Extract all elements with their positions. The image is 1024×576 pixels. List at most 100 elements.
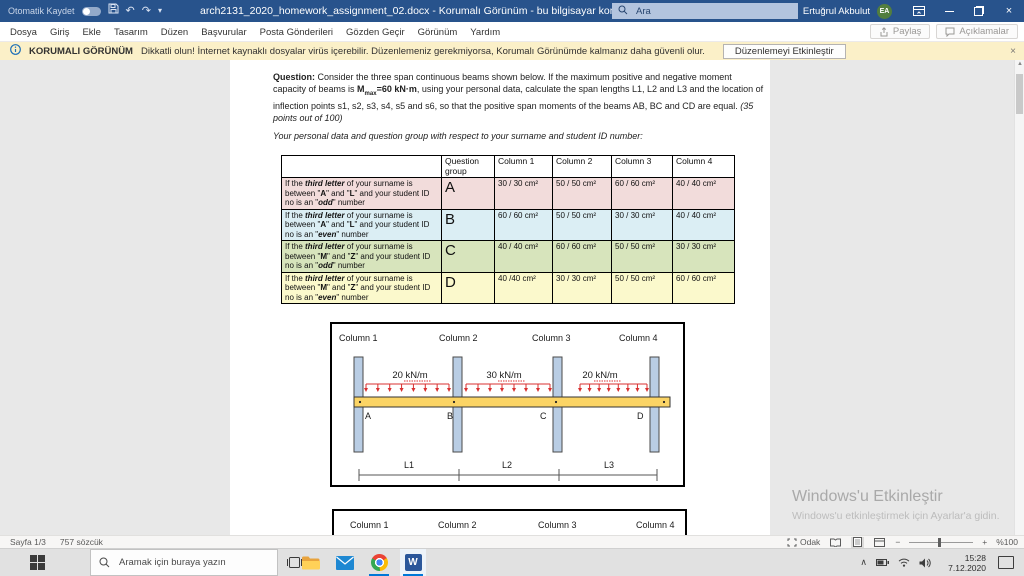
column-label: Column 1 bbox=[339, 333, 378, 343]
chrome-button[interactable] bbox=[366, 549, 392, 576]
read-mode-button[interactable] bbox=[829, 537, 842, 548]
info-icon bbox=[10, 44, 21, 58]
ribbon-display-options-button[interactable] bbox=[904, 0, 934, 22]
header-column-1: Column 1 bbox=[494, 155, 553, 178]
value-cell: 60 / 60 cm² bbox=[672, 271, 735, 304]
zoom-slider[interactable] bbox=[909, 537, 974, 548]
node-label: C bbox=[540, 411, 547, 421]
value-cell: 60 / 60 cm² bbox=[611, 177, 673, 210]
share-button[interactable]: Paylaş bbox=[869, 24, 931, 39]
taskbar-search[interactable] bbox=[90, 549, 278, 576]
focus-mode-button[interactable]: Odak bbox=[787, 537, 820, 547]
load-label: 20 kN/m bbox=[392, 370, 427, 381]
header-blank bbox=[281, 155, 442, 178]
zoom-out-button[interactable]: − bbox=[895, 537, 900, 547]
tab-ekle[interactable]: Ekle bbox=[82, 27, 100, 38]
titlebar-search[interactable] bbox=[612, 3, 798, 19]
file-explorer-button[interactable] bbox=[298, 549, 324, 576]
table-header-row: Question group Column 1 Column 2 Column … bbox=[281, 155, 735, 178]
avatar[interactable]: EA bbox=[877, 3, 892, 19]
header-column-2: Column 2 bbox=[552, 155, 612, 178]
word-button[interactable]: W bbox=[400, 549, 426, 576]
banner-close-icon[interactable]: × bbox=[1010, 46, 1016, 57]
value-cell: 50 / 50 cm² bbox=[611, 240, 673, 273]
print-layout-button[interactable] bbox=[851, 536, 865, 548]
node-label: D bbox=[637, 411, 644, 421]
tab-gorunum[interactable]: Görünüm bbox=[418, 27, 458, 38]
user-name[interactable]: Ertuğrul Akbulut bbox=[803, 6, 870, 17]
tray-chevron-icon[interactable]: ∧ bbox=[860, 557, 867, 568]
tab-duzen[interactable]: Düzen bbox=[161, 27, 188, 38]
search-input[interactable] bbox=[634, 4, 768, 18]
span-label: L3 bbox=[604, 460, 614, 470]
wifi-icon[interactable] bbox=[898, 558, 910, 567]
table-row: If the third letter of your surname is b… bbox=[281, 240, 735, 273]
value-cell: 50 / 50 cm² bbox=[611, 271, 673, 304]
value-cell: 30 / 30 cm² bbox=[672, 240, 735, 273]
comments-button[interactable]: Açıklamalar bbox=[936, 24, 1018, 39]
beam-diagram-figure: Column 1 Column 2 Column 3 Column 4 20 k… bbox=[330, 322, 685, 487]
value-cell: 30 / 30 cm² bbox=[552, 271, 612, 304]
battery-icon[interactable] bbox=[876, 559, 889, 566]
chrome-icon bbox=[370, 554, 388, 571]
tab-basvurular[interactable]: Başvurular bbox=[201, 27, 246, 38]
scroll-up-icon[interactable]: ▲ bbox=[1015, 61, 1024, 67]
redo-icon[interactable]: ↷ bbox=[142, 0, 151, 22]
zoom-level[interactable]: %100 bbox=[996, 537, 1018, 547]
taskbar-search-input[interactable] bbox=[117, 556, 261, 569]
tab-tasarim[interactable]: Tasarım bbox=[114, 27, 148, 38]
zoom-in-button[interactable]: + bbox=[982, 537, 987, 547]
scrollbar-thumb[interactable] bbox=[1016, 74, 1023, 114]
vertical-scrollbar[interactable]: ▲ bbox=[1014, 60, 1024, 535]
speaker-icon[interactable] bbox=[919, 558, 931, 568]
banner-label: KORUMALI GÖRÜNÜM bbox=[29, 45, 133, 57]
group-cell: A bbox=[441, 177, 495, 210]
web-layout-button[interactable] bbox=[873, 537, 886, 548]
activate-windows-watermark: Windows'u Etkinleştir bbox=[792, 488, 943, 505]
tray-date: 7.12.2020 bbox=[948, 562, 986, 573]
close-button[interactable]: × bbox=[994, 0, 1024, 22]
search-icon bbox=[99, 557, 110, 568]
condition-cell: If the third letter of your surname is b… bbox=[281, 208, 442, 241]
node-label: A bbox=[365, 411, 371, 421]
clock[interactable]: 15:28 7.12.2020 bbox=[940, 553, 986, 573]
value-cell: 40 / 40 cm² bbox=[494, 240, 553, 273]
word-icon: W bbox=[404, 554, 422, 571]
word-window: Otomatik Kaydet ↶ ↷ ▾ arch2131_2020_home… bbox=[0, 0, 1024, 576]
save-icon[interactable] bbox=[108, 0, 119, 22]
value-cell: 50 / 50 cm² bbox=[552, 177, 612, 210]
taskbar: W ∧ 15:28 7.12.2020 bbox=[0, 548, 1024, 576]
focus-icon bbox=[787, 538, 797, 546]
tab-yardim[interactable]: Yardım bbox=[470, 27, 500, 38]
enable-editing-button[interactable]: Düzenlemeyi Etkinleştir bbox=[722, 43, 846, 59]
value-cell: 50 / 50 cm² bbox=[552, 208, 612, 241]
value-cell: 30 / 30 cm² bbox=[494, 177, 553, 210]
load-label: 30 kN/m bbox=[486, 370, 521, 381]
start-button[interactable] bbox=[30, 555, 45, 575]
undo-icon[interactable]: ↶ bbox=[126, 0, 135, 22]
tab-giris[interactable]: Giriş bbox=[50, 27, 70, 38]
restore-button[interactable] bbox=[964, 0, 994, 22]
tab-posta-gonderileri[interactable]: Posta Gönderileri bbox=[260, 27, 333, 38]
quick-access-chevron-icon[interactable]: ▾ bbox=[158, 0, 162, 22]
protected-view-banner: KORUMALI GÖRÜNÜM Dikkatli olun! İnternet… bbox=[0, 42, 1024, 60]
banner-message: Dikkatli olun! İnternet kaynaklı dosyala… bbox=[140, 45, 705, 57]
header-column-3: Column 3 bbox=[611, 155, 673, 178]
windows-logo-icon bbox=[30, 555, 45, 570]
mail-button[interactable] bbox=[332, 549, 358, 576]
load-label: 20 kN/m bbox=[582, 370, 617, 381]
dimension-line bbox=[358, 469, 658, 481]
minimize-button[interactable] bbox=[934, 0, 964, 22]
autosave-label: Otomatik Kaydet bbox=[8, 6, 75, 16]
word-count[interactable]: 757 sözcük bbox=[60, 537, 103, 547]
action-center-icon[interactable] bbox=[998, 556, 1014, 569]
zoom-slider-thumb[interactable] bbox=[938, 537, 942, 547]
group-cell: D bbox=[441, 271, 495, 304]
tab-dosya[interactable]: Dosya bbox=[10, 27, 37, 38]
tab-gozden-gecir[interactable]: Gözden Geçir bbox=[346, 27, 405, 38]
group-cell: C bbox=[441, 240, 495, 273]
autosave-toggle[interactable] bbox=[81, 6, 101, 16]
mail-icon bbox=[336, 555, 354, 570]
page-indicator[interactable]: Sayfa 1/3 bbox=[10, 537, 46, 547]
beam-diagram-figure-2: Column 1 Column 2 Column 3 Column 4 bbox=[332, 509, 687, 535]
